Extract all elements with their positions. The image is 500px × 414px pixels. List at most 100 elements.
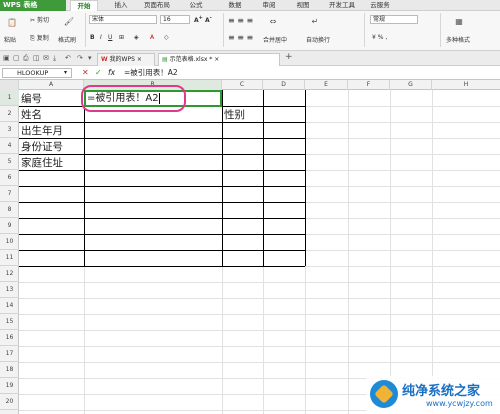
row-header[interactable]: 17 [0, 346, 19, 362]
cell-a3[interactable]: 出生年月 [19, 123, 63, 139]
fill-color-icon[interactable]: ◈ [134, 34, 139, 41]
row-header[interactable]: 18 [0, 362, 19, 378]
italic-button[interactable]: I [100, 34, 102, 41]
row-header[interactable]: 4 [0, 138, 19, 154]
column-header-g[interactable]: G [390, 80, 432, 90]
column-header-e[interactable]: E [305, 80, 348, 90]
preview-icon[interactable]: ◫ [33, 54, 40, 62]
tab-view[interactable]: 视图 [290, 0, 316, 11]
row-header[interactable]: 11 [0, 250, 19, 266]
tab-data[interactable]: 数据 [222, 0, 248, 11]
cell-a4[interactable]: 身份证号 [19, 139, 63, 155]
auto-wrap-button[interactable]: 自动换行 [306, 35, 330, 44]
copy-button[interactable]: ⎘ 复制 [30, 33, 49, 43]
cell-a2[interactable]: 姓名 [19, 107, 42, 123]
tab-page-layout[interactable]: 页面布局 [140, 0, 174, 11]
watermark-url: www.ycwjzy.com [426, 399, 493, 408]
email-icon[interactable]: ✉ [43, 54, 49, 62]
scissors-icon: ✂ [30, 17, 36, 24]
column-header-d[interactable]: D [263, 80, 305, 90]
row-header[interactable]: 16 [0, 330, 19, 346]
format-painter-icon[interactable]: 🖌 [62, 14, 76, 28]
tab-cloud[interactable]: 云服务 [365, 0, 395, 11]
font-color-icon[interactable]: A [150, 34, 154, 41]
tab-developer[interactable]: 开发工具 [324, 0, 360, 11]
row-header[interactable]: 19 [0, 378, 19, 394]
multi-format-icon[interactable]: ▦ [452, 14, 466, 28]
row-header[interactable]: 13 [0, 282, 19, 298]
tab-my-wps[interactable]: W 我的WPS × [97, 53, 155, 66]
watermark-logo-icon [370, 380, 398, 408]
align-top-icon[interactable]: ≡ ≡ ≡ [228, 16, 253, 25]
tab-insert[interactable]: 插入 [108, 0, 134, 11]
row-header[interactable]: 12 [0, 266, 19, 282]
border-icon[interactable]: ⊞ [119, 34, 124, 41]
row-header[interactable]: 7 [0, 186, 19, 202]
align-left-icon[interactable]: ≡ ≡ ≡ [228, 33, 253, 42]
row-header[interactable]: 5 [0, 154, 19, 170]
save-icon[interactable]: ▣ [3, 54, 10, 62]
bold-button[interactable]: B [90, 34, 95, 41]
merge-center-icon[interactable]: ⇔ [266, 14, 280, 28]
row-header[interactable]: 15 [0, 314, 19, 330]
redo-icon[interactable]: ↷ [77, 54, 83, 62]
font-size-select[interactable]: 16 [160, 15, 190, 24]
close-icon[interactable]: × [137, 56, 142, 63]
insert-function-button[interactable]: fx [108, 68, 115, 77]
row-header[interactable]: 8 [0, 202, 19, 218]
formula-bar: HLOOKUP ▾ ✕ ✓ fx =被引用表！A2 [0, 66, 500, 80]
tab-formula[interactable]: 公式 [183, 0, 209, 11]
column-header-c[interactable]: C [222, 80, 263, 90]
row-header[interactable]: 1 [0, 90, 19, 106]
column-header-h[interactable]: H [432, 80, 500, 90]
column-header-f[interactable]: F [348, 80, 390, 90]
cut-button[interactable]: ✂ 剪切 [30, 15, 49, 24]
cell-a5[interactable]: 家庭住址 [19, 155, 63, 171]
confirm-formula-button[interactable]: ✓ [95, 68, 102, 77]
name-box[interactable]: HLOOKUP [2, 68, 72, 78]
app-menu-button[interactable]: WPS 表格 [0, 0, 66, 11]
cell-a1[interactable]: 编号 [19, 91, 42, 107]
font-name-select[interactable]: 宋体 [89, 15, 157, 24]
export-icon[interactable]: ⤓ [53, 54, 56, 63]
open-icon[interactable]: ▢ [13, 54, 20, 62]
formula-input[interactable]: =被引用表！A2 [124, 67, 178, 79]
watermark-title: 纯净系统之家 [402, 384, 481, 399]
row-header[interactable]: 3 [0, 122, 19, 138]
row-header[interactable]: 2 [0, 106, 19, 122]
multi-format-button[interactable]: 多种格式 [446, 35, 470, 44]
row-header[interactable]: 9 [0, 218, 19, 234]
number-format-select[interactable]: 常规 [370, 15, 418, 24]
tab-home[interactable]: 开始 [70, 0, 98, 11]
close-icon[interactable]: × [214, 56, 219, 63]
undo-icon[interactable]: ↶ [65, 54, 71, 62]
row-header[interactable]: 14 [0, 298, 19, 314]
currency-icon: ¥ [372, 34, 376, 41]
clear-icon[interactable]: ◇ [164, 34, 169, 41]
tab-document[interactable]: ▤ 示范表格.xlsx * × [158, 53, 280, 66]
percent-button[interactable]: ¥ % ‚ [372, 34, 387, 41]
sheet-file-icon: ▤ [162, 56, 168, 63]
cancel-formula-button[interactable]: ✕ [82, 68, 89, 77]
auto-wrap-icon[interactable]: ↵ [308, 14, 322, 28]
select-all-corner[interactable] [0, 80, 19, 90]
copy-icon: ⎘ [30, 35, 35, 42]
row-header[interactable]: 20 [0, 394, 19, 410]
column-header-a[interactable]: A [19, 80, 84, 90]
paste-icon[interactable]: 📋 [4, 14, 20, 30]
tab-review[interactable]: 审阅 [256, 0, 282, 11]
row-header[interactable]: 6 [0, 170, 19, 186]
print-icon[interactable]: ⎙ [23, 54, 29, 63]
cell-c2[interactable]: 性别 [222, 107, 245, 123]
paste-label[interactable]: 粘贴 [4, 35, 16, 44]
new-tab-button[interactable]: + [285, 52, 293, 62]
wps-logo-icon: W [101, 56, 108, 63]
row-header[interactable]: 10 [0, 234, 19, 250]
grow-font-button[interactable]: A+ A- [194, 15, 212, 24]
format-painter-label[interactable]: 格式刷 [58, 35, 76, 44]
name-box-dropdown-icon[interactable]: ▾ [64, 69, 67, 76]
more-icon[interactable]: ▾ [88, 54, 92, 62]
underline-button[interactable]: U [108, 34, 112, 41]
column-headers: A B C D E F G H [0, 80, 500, 90]
merge-center-button[interactable]: 合并居中 [263, 35, 287, 44]
